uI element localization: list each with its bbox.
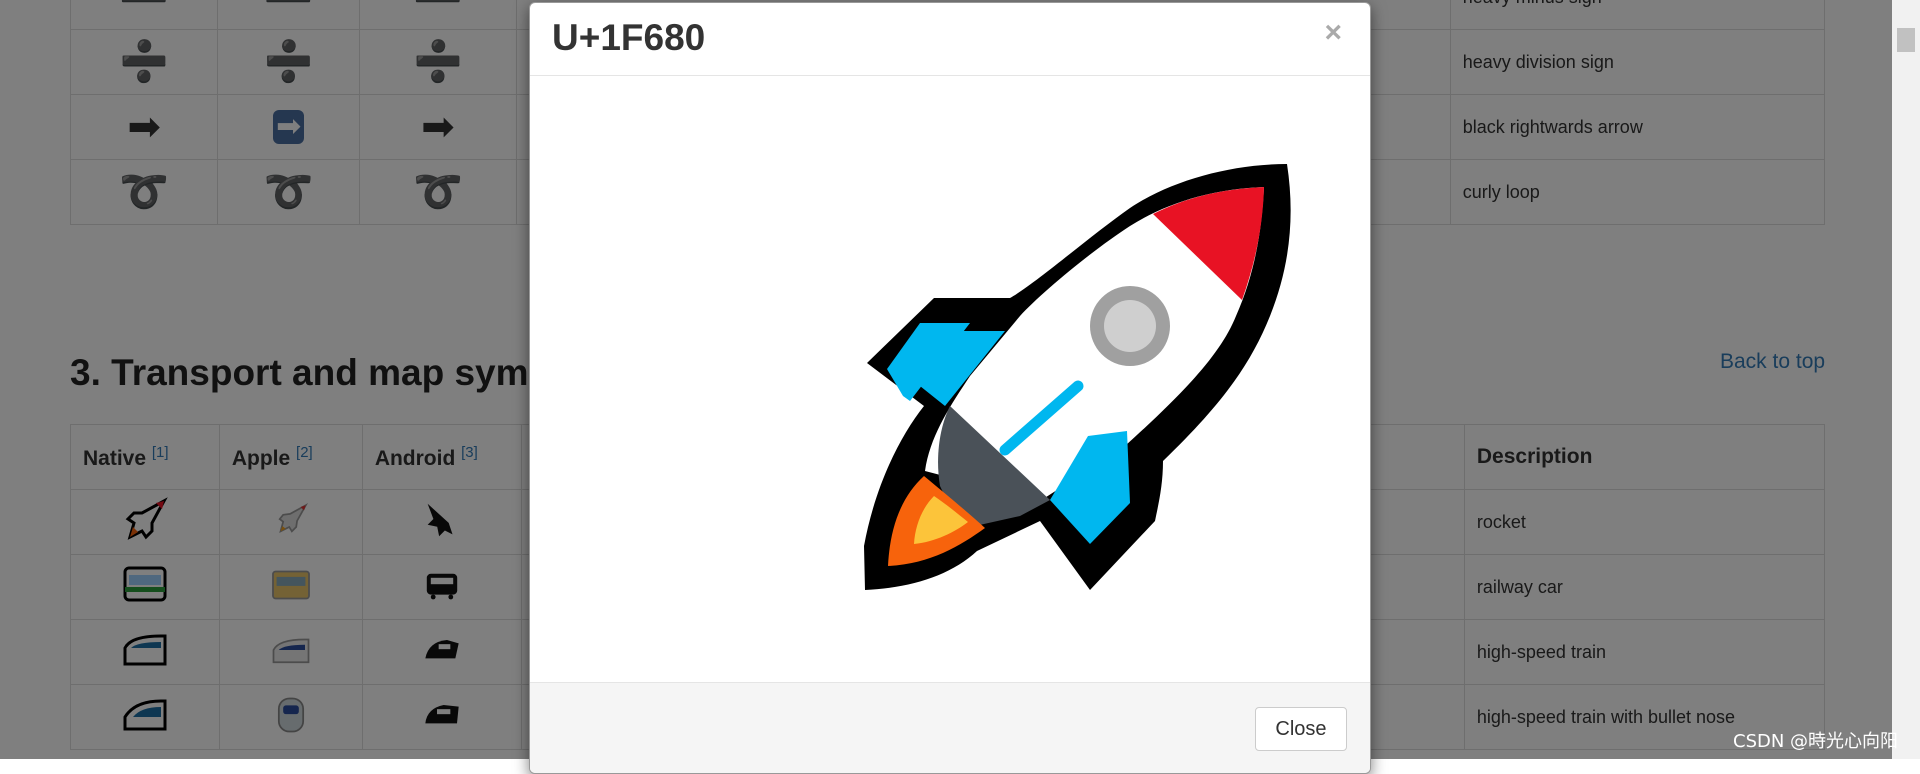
modal-title: U+1F680 xyxy=(552,17,706,58)
close-button[interactable]: Close xyxy=(1255,707,1347,751)
modal-header: U+1F680 × xyxy=(530,3,1370,76)
watermark: CSDN @時光心向阳 xyxy=(1733,731,1899,752)
page-scrollbar[interactable] xyxy=(1892,0,1920,759)
scrollbar-thumb[interactable] xyxy=(1897,28,1915,52)
close-icon[interactable]: × xyxy=(1318,17,1348,49)
modal-footer: Close xyxy=(530,682,1370,773)
emoji-preview-dialog: U+1F680 × Close xyxy=(529,2,1371,774)
rocket-icon xyxy=(864,164,1291,590)
modal-body xyxy=(530,76,1370,682)
